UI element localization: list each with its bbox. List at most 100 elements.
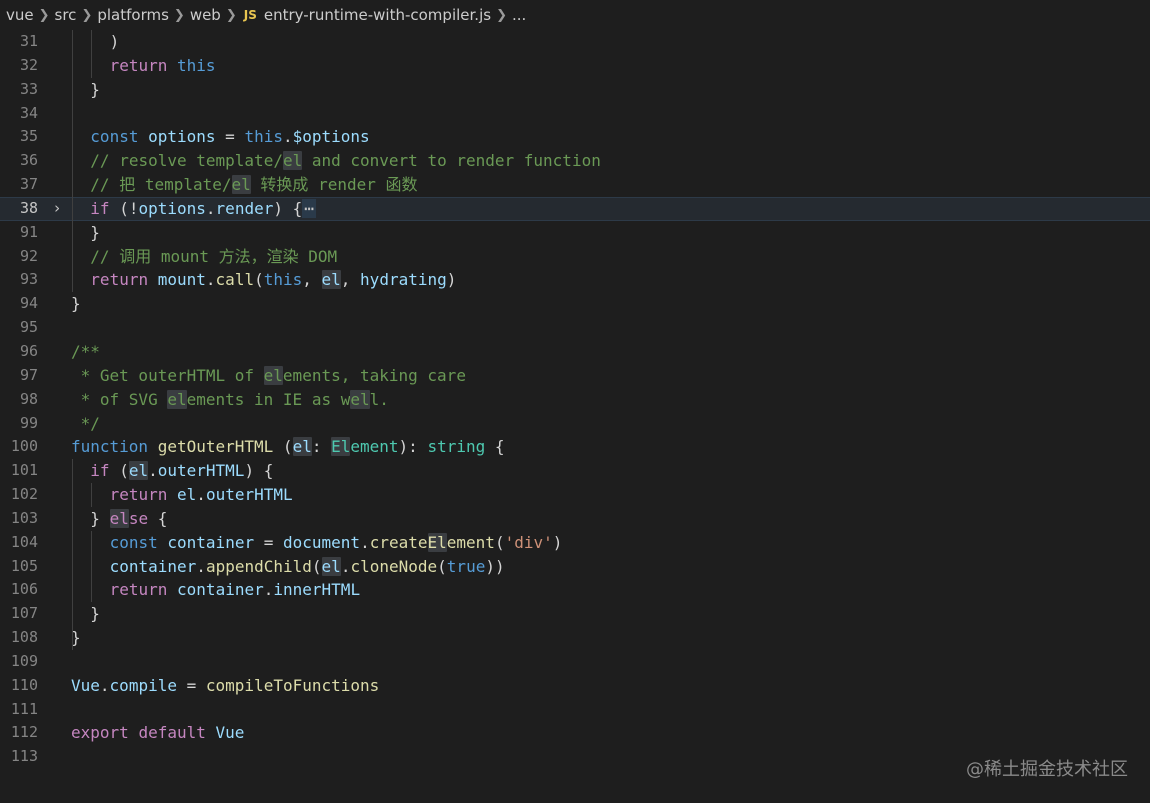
code-token: El bbox=[427, 532, 447, 552]
code-token: . bbox=[196, 556, 206, 576]
code-token: = bbox=[176, 675, 206, 695]
code-line[interactable]: 99 */ bbox=[0, 412, 1150, 436]
breadcrumb-item-src[interactable]: src bbox=[55, 6, 77, 24]
code-token: ) { bbox=[273, 198, 303, 218]
code-line[interactable]: 37 // 把 template/el 转换成 render 函数 bbox=[0, 173, 1150, 197]
line-number: 93 bbox=[19, 270, 38, 289]
code-token: container bbox=[177, 580, 264, 600]
code-token: export bbox=[71, 723, 139, 743]
code-line[interactable]: 98 * of SVG elements in IE as well. bbox=[0, 388, 1150, 412]
breadcrumb: vue ❯ src ❯ platforms ❯ web ❯ JS entry-r… bbox=[0, 0, 1150, 30]
code-token: this bbox=[244, 127, 283, 147]
line-number: 111 bbox=[10, 699, 38, 718]
code-line[interactable]: 96 /** bbox=[0, 340, 1150, 364]
code-token: default bbox=[138, 723, 216, 743]
code-token: * Get outerHTML of bbox=[71, 365, 264, 385]
code-token[interactable]: ⋯ bbox=[302, 198, 316, 218]
code-token: /** bbox=[71, 341, 100, 361]
code-text: // 把 template/el 转换成 render 函数 bbox=[90, 173, 418, 197]
code-line[interactable]: 34 bbox=[0, 102, 1150, 126]
code-token: innerHTML bbox=[273, 580, 361, 600]
line-number: 103 bbox=[10, 508, 38, 527]
code-token: el bbox=[292, 437, 312, 457]
line-number: 35 bbox=[19, 127, 38, 146]
code-token: } bbox=[71, 294, 81, 314]
code-line[interactable]: 31) bbox=[0, 30, 1150, 54]
code-line[interactable]: 95 bbox=[0, 316, 1150, 340]
code-token: , bbox=[340, 270, 361, 290]
code-token: container bbox=[167, 532, 255, 552]
breadcrumb-item-vue[interactable]: vue bbox=[6, 6, 34, 24]
code-line[interactable]: 36 // resolve template/el and convert to … bbox=[0, 149, 1150, 173]
code-text: */ bbox=[71, 412, 100, 436]
line-number: 33 bbox=[19, 79, 38, 98]
breadcrumb-item-web[interactable]: web bbox=[190, 6, 221, 24]
line-number: 108 bbox=[10, 628, 38, 647]
code-token: = bbox=[215, 127, 245, 147]
chevron-right-icon: ❯ bbox=[38, 7, 50, 23]
code-text: export default Vue bbox=[71, 721, 244, 745]
code-token: ) { bbox=[244, 461, 274, 481]
code-token: // resolve template/ bbox=[90, 151, 283, 171]
code-token: el bbox=[321, 556, 341, 576]
breadcrumb-item-platforms[interactable]: platforms bbox=[97, 6, 169, 24]
code-token: // 调用 mount 方法，渲染 DOM bbox=[90, 246, 338, 266]
code-token: { bbox=[485, 437, 505, 457]
code-line[interactable]: 100 function getOuterHTML (el: Element): … bbox=[0, 435, 1150, 459]
indent-guide bbox=[91, 530, 93, 603]
code-text: // resolve template/el and convert to re… bbox=[90, 149, 601, 173]
code-line[interactable]: 109 bbox=[0, 650, 1150, 674]
code-token: string bbox=[427, 437, 486, 457]
code-token: ) bbox=[109, 32, 120, 51]
code-line[interactable]: 107} bbox=[0, 602, 1150, 626]
code-text: return this bbox=[110, 54, 216, 78]
code-line[interactable]: 35 const options = this.$options bbox=[0, 125, 1150, 149]
code-token: return bbox=[109, 55, 178, 75]
code-token: appendChild bbox=[205, 556, 312, 576]
code-line[interactable]: 104 const container = document.createElem… bbox=[0, 531, 1150, 555]
breadcrumb-more[interactable]: ... bbox=[512, 6, 526, 24]
code-token: this bbox=[177, 55, 216, 75]
code-line[interactable]: 103} else { bbox=[0, 507, 1150, 531]
code-token: el bbox=[109, 508, 129, 528]
code-token: ( bbox=[254, 270, 264, 290]
code-token: ( bbox=[437, 556, 447, 576]
code-token: container bbox=[109, 556, 197, 576]
code-line[interactable]: 105 container.appendChild(el.cloneNode(tr… bbox=[0, 555, 1150, 579]
line-number: 105 bbox=[10, 556, 38, 575]
code-line[interactable]: 32 return this bbox=[0, 54, 1150, 78]
code-line[interactable]: 112 export default Vue bbox=[0, 721, 1150, 745]
line-number: 31 bbox=[19, 32, 38, 50]
fold-chevron-icon[interactable]: › bbox=[50, 197, 64, 221]
code-line[interactable]: 33} bbox=[0, 78, 1150, 102]
breadcrumb-item-file[interactable]: entry-runtime-with-compiler.js bbox=[264, 6, 491, 24]
code-line[interactable]: 93 return mount.call(this, el, hydrating) bbox=[0, 268, 1150, 292]
code-line[interactable]: 110 Vue.compile = compileToFunctions bbox=[0, 674, 1150, 698]
code-line[interactable]: 91} bbox=[0, 221, 1150, 245]
code-line[interactable]: 94} bbox=[0, 292, 1150, 316]
code-line[interactable]: 101 if (el.outerHTML) { bbox=[0, 459, 1150, 483]
code-token: 转换成 render 函数 bbox=[250, 175, 418, 195]
code-line[interactable]: 97 * Get outerHTML of elements, taking c… bbox=[0, 364, 1150, 388]
indent-guide bbox=[72, 459, 73, 651]
line-number: 113 bbox=[10, 747, 38, 766]
code-line[interactable]: 92 // 调用 mount 方法，渲染 DOM bbox=[0, 245, 1150, 269]
indent-guide bbox=[72, 30, 73, 293]
code-line[interactable]: 106 return container.innerHTML bbox=[0, 578, 1150, 602]
line-number: 32 bbox=[19, 55, 38, 74]
line-number: 36 bbox=[19, 151, 38, 170]
code-token: ements in IE as w bbox=[186, 389, 351, 409]
line-number: 106 bbox=[10, 580, 38, 599]
code-line[interactable]: 102 return el.outerHTML bbox=[0, 483, 1150, 507]
code-token: true bbox=[446, 556, 486, 576]
code-line[interactable]: 111 bbox=[0, 698, 1150, 722]
code-token: ): bbox=[398, 437, 428, 457]
code-token: create bbox=[369, 532, 428, 552]
code-text: * Get outerHTML of elements, taking care bbox=[71, 364, 466, 388]
code-line[interactable]: 38 › if (!options.render) {⋯ bbox=[0, 196, 1150, 221]
code-token: . bbox=[263, 580, 274, 600]
code-editor[interactable]: 31) 32 return this 33} 34 35 const options = t… bbox=[0, 30, 1150, 769]
code-token: document bbox=[283, 532, 361, 552]
chevron-right-icon: ❯ bbox=[496, 7, 507, 23]
code-line[interactable]: 108} bbox=[0, 626, 1150, 650]
